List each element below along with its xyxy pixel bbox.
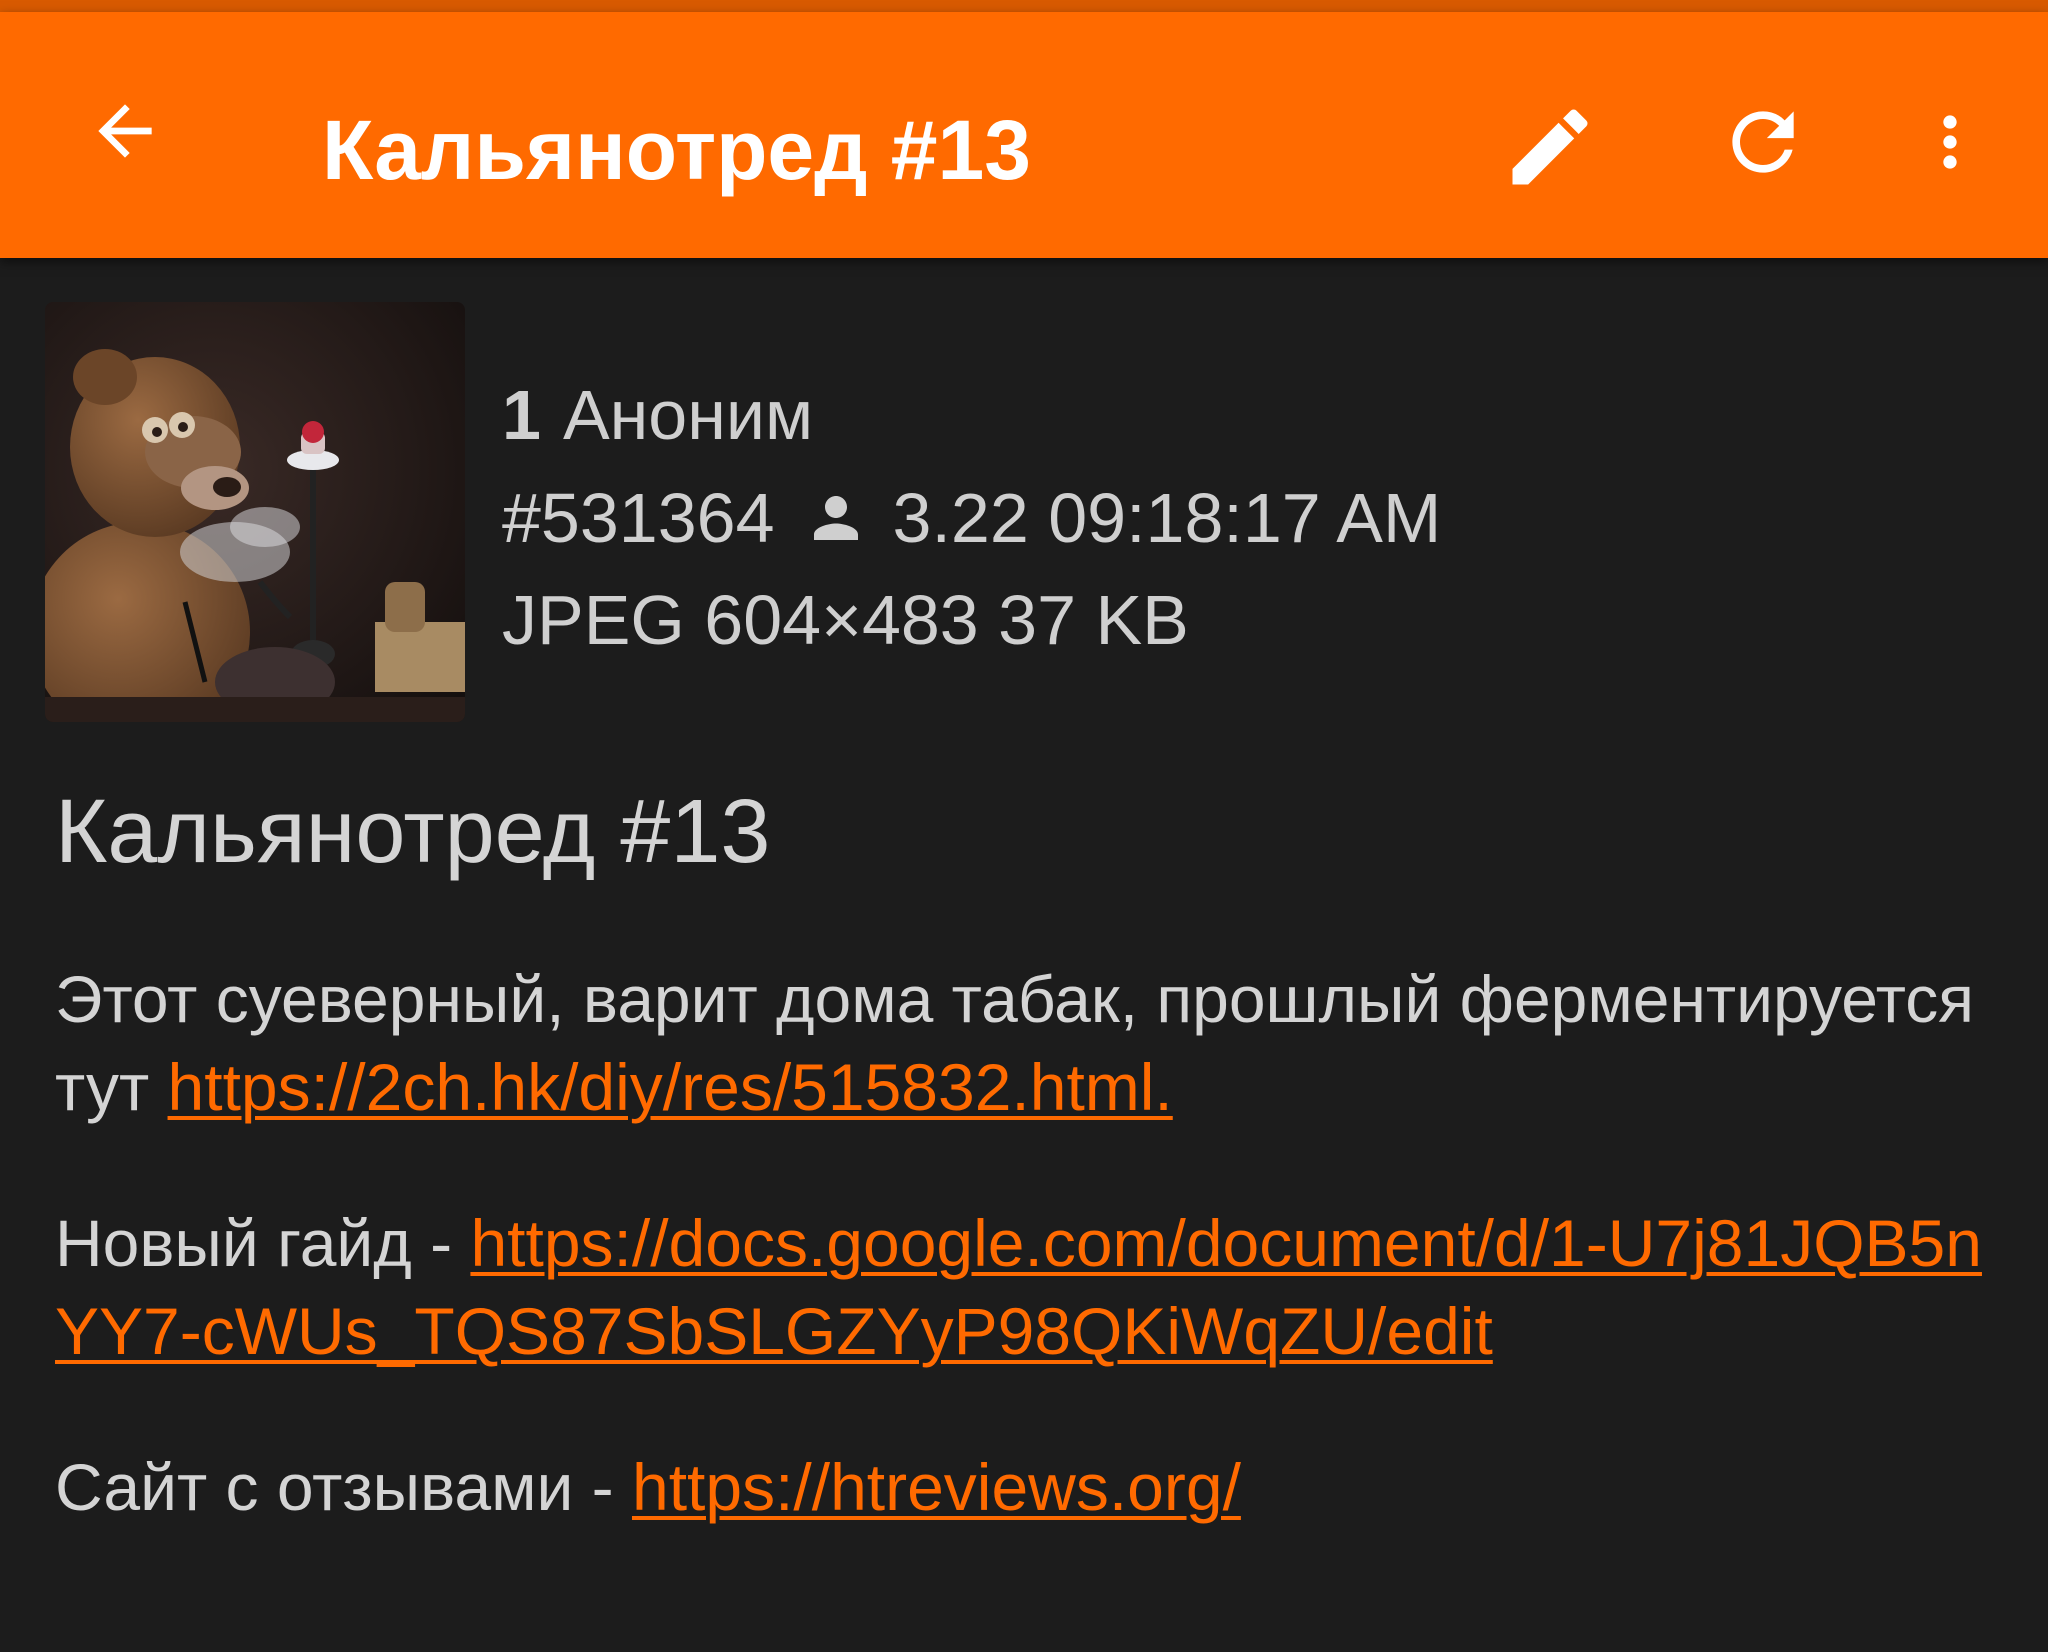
toolbar-title: Кальянотред #13 bbox=[322, 103, 1031, 197]
refresh-icon bbox=[1732, 111, 1794, 173]
post-body: Этот суеверный, варит дома табак, прошлы… bbox=[55, 955, 2015, 1599]
back-button[interactable] bbox=[70, 76, 180, 186]
post-image-thumbnail[interactable] bbox=[45, 302, 465, 722]
arrow-left-icon bbox=[98, 104, 152, 158]
more-options-button[interactable] bbox=[1905, 87, 1995, 197]
post-paragraph: Сайт с отзывами - https://htreviews.org/ bbox=[55, 1443, 2015, 1531]
pencil-icon bbox=[1512, 109, 1588, 185]
post-paragraph: Этот суеверный, варит дома табак, прошлы… bbox=[55, 955, 2015, 1131]
post-datetime: 3.22 09:18:17 AM bbox=[892, 479, 1442, 557]
reviews-link[interactable]: https://htreviews.org/ bbox=[632, 1450, 1241, 1524]
post-author-line: 1 Аноним bbox=[502, 375, 813, 455]
paragraph-text: Сайт с отзывами - bbox=[55, 1450, 632, 1524]
post-file-info: JPEG 604×483 37 KB bbox=[502, 581, 1189, 659]
status-bar bbox=[0, 0, 2048, 12]
post-id-line: #531364 3.22 09:18:17 AM bbox=[502, 478, 1441, 558]
hookah-bear-image bbox=[45, 302, 465, 722]
post-paragraph: Новый гайд - https://docs.google.com/doc… bbox=[55, 1199, 2015, 1375]
post-subject: Кальянотред #13 bbox=[55, 782, 771, 882]
thread-screen: Кальянотред #13 1 Аноним #531364 3.22 09… bbox=[0, 0, 2048, 1652]
app-toolbar: Кальянотред #13 bbox=[0, 12, 2048, 258]
post-author: Аноним bbox=[562, 376, 814, 454]
paragraph-text: Новый гайд - bbox=[55, 1206, 471, 1280]
edit-button[interactable] bbox=[1495, 92, 1605, 202]
person-icon bbox=[813, 496, 858, 540]
refresh-button[interactable] bbox=[1708, 87, 1818, 197]
more-vert-icon bbox=[1943, 115, 1957, 169]
thread-link[interactable]: https://2ch.hk/diy/res/515832.html. bbox=[168, 1050, 1173, 1124]
post-id[interactable]: #531364 bbox=[502, 478, 775, 558]
post-number: 1 bbox=[502, 376, 541, 454]
